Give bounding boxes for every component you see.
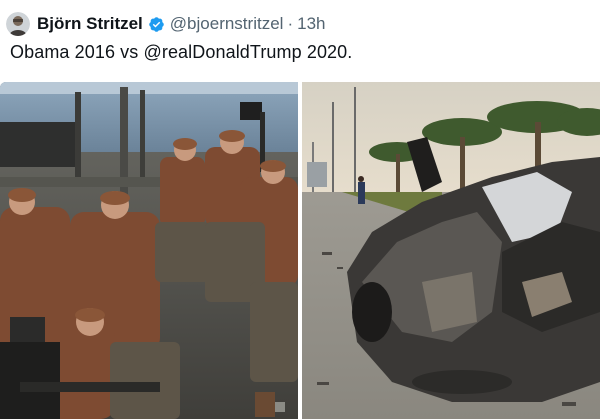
verified-badge-icon xyxy=(149,16,164,32)
tweet-media xyxy=(0,82,600,419)
avatar[interactable] xyxy=(6,12,30,36)
author-name[interactable]: Björn Stritzel xyxy=(37,14,143,34)
tweet-card: Björn Stritzel @bjoernstritzel · 13h Oba… xyxy=(0,0,600,419)
photo-destroyed-car[interactable] xyxy=(302,82,600,419)
tweet-text: Obama 2016 vs @realDonaldTrump 2020. xyxy=(10,42,353,62)
tweet-header: Björn Stritzel @bjoernstritzel · 13h xyxy=(6,11,325,37)
tweet-timestamp[interactable]: 13h xyxy=(297,14,325,34)
separator-dot: · xyxy=(287,14,294,33)
author-handle[interactable]: @bjoernstritzel xyxy=(170,14,284,34)
photo-detained-sailors[interactable] xyxy=(0,82,298,419)
